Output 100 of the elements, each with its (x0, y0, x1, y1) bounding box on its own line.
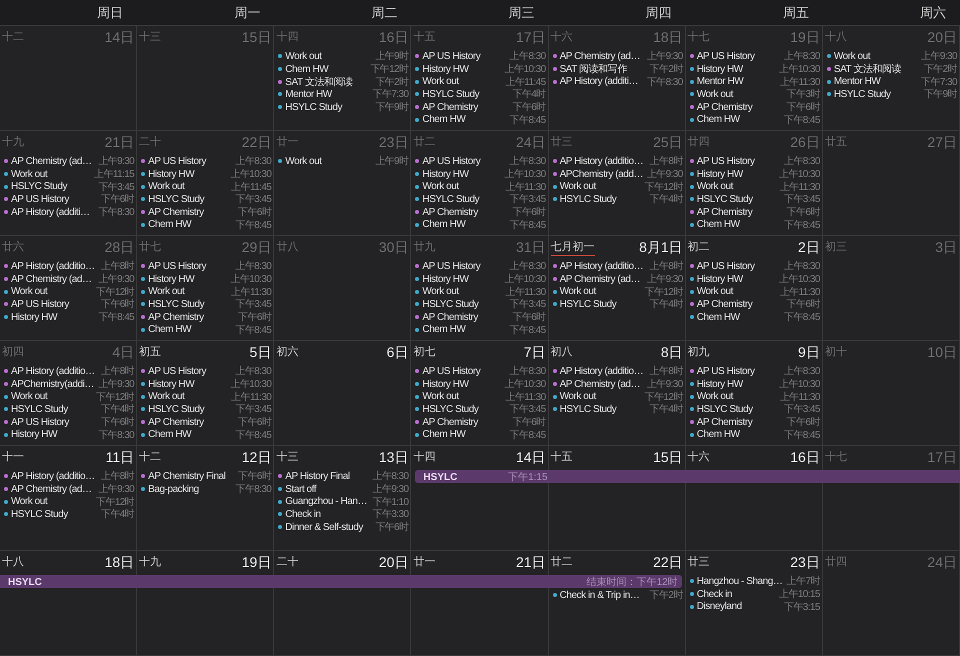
event-title[interactable]: HSLYC Study (11, 181, 96, 192)
event-title[interactable]: Mentor HW (696, 76, 778, 88)
event-title[interactable]: Chem HW (696, 312, 782, 323)
event-title[interactable]: AP History (additi… (11, 206, 96, 218)
event-title[interactable]: History HW (422, 168, 503, 180)
event-title[interactable]: AP Chemistry (422, 312, 510, 323)
event-title[interactable]: History HW (148, 274, 228, 285)
event-title[interactable]: AP Chemistry (148, 416, 236, 428)
event-title[interactable]: Dinner & Self-study (285, 522, 374, 533)
event-title[interactable]: HSYLC Study (560, 194, 648, 205)
event-title[interactable]: Work out (422, 76, 504, 88)
event-title[interactable]: Chem HW (422, 219, 508, 230)
event-title[interactable]: AP US History (11, 298, 99, 310)
day-cell[interactable]: 七月初一 8月1日 AP History (additio… 上午8时 AP Chemistry (ad… 上午9:30 Work out 下午12时 HSYLC Study 下午4时 (548, 236, 686, 341)
day-cell[interactable]: 十二 12日 AP Chemistry Final 下午6时 Bag-packing 下午8:30 (137, 446, 274, 551)
event-title[interactable]: Guangzhou - Han… (285, 496, 371, 508)
event-title[interactable]: Work out (696, 391, 778, 402)
event-title[interactable]: History HW (148, 168, 228, 180)
event-title[interactable]: Bag-packing (148, 484, 234, 495)
day-cell[interactable]: 廿二 24日 AP US History 上午8:30 History HW 上午10:30 Work out 上午11:30 HSYLC Study 下午3:45 AP Chemistry 下午6时 Chem HW 下午8:45 (411, 131, 549, 236)
event-title[interactable]: AP History (additi… (560, 76, 645, 88)
event-bar[interactable]: HSYLC 结束时间：下午12时 (0, 575, 682, 588)
event-title[interactable]: History HW (696, 378, 778, 390)
event-title[interactable]: Work out (696, 286, 778, 298)
event-title[interactable]: AP US History (696, 366, 782, 377)
event-title[interactable]: AP US History (11, 416, 99, 428)
event-title[interactable]: Work out (422, 181, 504, 192)
event-title[interactable]: AP US History (696, 260, 782, 272)
event-title[interactable]: HSYLC Study (834, 88, 922, 100)
event-title[interactable]: Work out (148, 391, 230, 402)
event-title[interactable]: SAT 阅读和写作 (560, 62, 648, 76)
event-title[interactable]: AP Chemistry (422, 102, 510, 113)
event-title[interactable]: AP History (additio… (11, 470, 99, 482)
event-title[interactable]: Work out (834, 50, 920, 62)
event-title[interactable]: HSLYC Study (422, 298, 508, 310)
event-title[interactable]: AP Chemistry (422, 416, 510, 428)
event-title[interactable]: AP Chemistry (ad… (11, 274, 96, 285)
event-title[interactable]: HSYLC Study (422, 88, 510, 100)
event-title[interactable]: AP History (additio… (560, 260, 648, 272)
event-title[interactable]: Check in & Trip in… (560, 590, 648, 601)
event-title[interactable]: History HW (422, 274, 503, 285)
event-title[interactable]: Work out (11, 168, 92, 180)
event-title[interactable]: Work out (11, 286, 94, 298)
event-title[interactable]: HSLYC Study (148, 404, 234, 415)
event-title[interactable]: Chem HW (285, 64, 368, 75)
event-title[interactable]: Work out (148, 181, 230, 192)
event-title[interactable]: AP History Final (285, 470, 371, 482)
event-title[interactable]: APChemistry (add… (560, 168, 645, 180)
day-cell[interactable]: 十六 18日 AP Chemistry (ad… 上午9:30 SAT 阅读和写作 下午2时 AP History (additi… 下午8:30 (548, 26, 686, 131)
event-title[interactable]: HSYLC Study (11, 508, 99, 520)
day-cell[interactable]: 廿一 23日 Work out 上午9时 (274, 131, 412, 236)
event-title[interactable]: AP Chemistry (ad… (560, 50, 645, 62)
event-title[interactable]: Work out (285, 156, 374, 167)
event-title[interactable]: AP History (additio… (560, 156, 648, 167)
event-title[interactable]: AP US History (11, 194, 99, 205)
event-title[interactable]: Check in (696, 588, 778, 600)
day-cell[interactable]: 廿三 23日 Hangzhou - Shang… 上午7时 Check in 上午10:15 Disneyland 下午3:15 (686, 551, 823, 656)
event-title[interactable]: Chem HW (422, 324, 508, 336)
day-cell[interactable]: 十五 17日 AP US History 上午8:30 History HW 上午10:30 Work out 上午11:45 HSYLC Study 下午4时 AP Chemistry 下午6时 Chem HW 下午8:45 (411, 26, 549, 131)
event-title[interactable]: Work out (148, 286, 230, 298)
event-title[interactable]: HSLYC Study (148, 194, 234, 205)
event-title[interactable]: Chem HW (422, 429, 508, 440)
event-title[interactable]: HSLYC Study (422, 404, 508, 415)
event-title[interactable]: APChemistry(addi… (11, 378, 96, 390)
event-title[interactable]: History HW (696, 64, 778, 75)
day-cell[interactable]: 廿七 29日 AP US History 上午8:30 History HW 上午10:30 Work out 上午11:30 HSLYC Study 下午3:45 AP Chemistry 下午6时 Chem HW 下午8:45 (137, 236, 274, 341)
day-cell[interactable]: 初七 7日 AP US History 上午8:30 History HW 上午10:30 Work out 上午11:30 HSLYC Study 下午3:45 AP Chemistry 下午6时 Chem HW 下午8:45 (411, 341, 549, 446)
event-title[interactable]: AP Chemistry (ad… (560, 378, 645, 390)
day-cell[interactable]: 廿九 31日 AP US History 上午8:30 History HW 上午10:30 Work out 上午11:30 HSLYC Study 下午3:45 AP Chemistry 下午6时 Chem HW 下午8:45 (411, 236, 549, 341)
day-cell[interactable]: 初六 6日 (274, 341, 412, 446)
event-title[interactable]: Work out (560, 181, 643, 192)
event-title[interactable]: History HW (696, 168, 778, 180)
event-title[interactable]: AP Chemistry (148, 312, 236, 323)
event-title[interactable]: Check in (285, 508, 371, 520)
event-title[interactable]: HSYLC Study (422, 194, 508, 205)
day-cell[interactable]: 初四 4日 AP History (additio… 上午8时 APChemistry(addi… 上午9:30 Work out 下午12时 HSYLC Study 下午4时 AP US History 下午6时 History HW 下午8:30 (0, 341, 138, 446)
event-title[interactable]: History HW (696, 274, 778, 285)
event-title[interactable]: HSLYC Study (148, 298, 234, 310)
event-title[interactable]: SAT 文法和阅读 (834, 62, 922, 76)
event-title[interactable]: History HW (11, 312, 96, 323)
event-title[interactable]: AP Chemistry Final (148, 470, 236, 482)
event-title[interactable]: HSLYC Study (696, 404, 782, 415)
event-title[interactable]: Work out (422, 391, 504, 402)
day-cell[interactable]: 十九 21日 AP Chemistry (ad… 上午9:30 Work out 上午11:15 HSLYC Study 下午3:45 AP US History 下午6时 AP History (additi… 下午8:30 (0, 131, 138, 236)
event-title[interactable]: History HW (11, 429, 96, 440)
event-title[interactable]: Work out (696, 88, 785, 100)
event-title[interactable]: HSYLC Study (560, 404, 648, 415)
event-title[interactable]: Chem HW (148, 219, 234, 230)
event-title[interactable]: Chem HW (422, 114, 508, 126)
event-title[interactable]: AP Chemistry (696, 102, 785, 113)
event-title[interactable]: AP US History (148, 366, 234, 377)
event-title[interactable]: AP US History (422, 366, 508, 377)
event-title[interactable]: SAT 文法和阅读 (285, 74, 374, 89)
event-title[interactable]: AP US History (148, 156, 234, 167)
event-title[interactable]: Start off (285, 484, 371, 495)
event-title[interactable]: Work out (11, 391, 94, 402)
event-title[interactable]: Disneyland (696, 601, 782, 612)
event-title[interactable]: History HW (148, 378, 228, 390)
day-cell[interactable]: 十一 11日 AP History (additio… 上午8时 AP Chemistry (ad… 上午9:30 Work out 下午12时 HSYLC Study 下午4时 (0, 446, 138, 551)
event-title[interactable]: HSLYC Study (696, 194, 782, 205)
